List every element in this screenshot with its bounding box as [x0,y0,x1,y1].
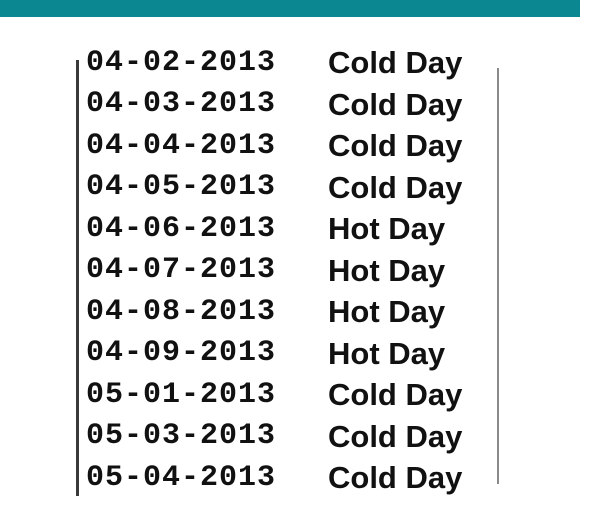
day-type-cell: Cold Day [328,418,463,454]
list-item[interactable]: 05-04-2013 Cold Day [86,457,496,499]
list-item[interactable]: 04-09-2013 Hot Day [86,333,496,375]
date-cell: 04-03-2013 [86,87,277,122]
day-type-cell: Hot Day [328,211,446,247]
header-bar [0,0,580,17]
list-item[interactable]: 04-08-2013 Hot Day [86,291,496,333]
date-cell: 05-01-2013 [86,377,277,412]
list-left-border [76,60,79,496]
day-type-cell: Cold Day [328,169,463,205]
list-item[interactable]: 04-05-2013 Cold Day [86,167,496,209]
list-item[interactable]: 04-06-2013 Hot Day [86,208,496,250]
list-right-border [497,68,499,484]
date-cell: 04-04-2013 [86,128,277,163]
list-item[interactable]: 04-04-2013 Cold Day [86,125,496,167]
date-cell: 04-07-2013 [86,253,277,288]
day-type-cell: Hot Day [328,294,446,330]
list-item[interactable]: 04-03-2013 Cold Day [86,84,496,126]
day-type-cell: Hot Day [328,252,446,288]
date-cell: 04-05-2013 [86,170,277,205]
list-item[interactable]: 04-07-2013 Hot Day [86,250,496,292]
day-type-cell: Cold Day [328,45,463,81]
list-item[interactable]: 05-03-2013 Cold Day [86,416,496,458]
day-type-cell: Cold Day [328,460,463,496]
date-cell: 04-06-2013 [86,211,277,246]
list-item[interactable]: 04-02-2013 Cold Day [86,42,496,84]
day-type-cell: Cold Day [328,86,463,122]
date-cell: 04-08-2013 [86,294,277,329]
day-type-cell: Hot Day [328,335,446,371]
list-rows: 04-02-2013 Cold Day 04-03-2013 Cold Day … [86,42,496,499]
date-cell: 05-04-2013 [86,460,277,495]
day-type-cell: Cold Day [328,128,463,164]
date-cell: 04-02-2013 [86,45,277,80]
day-type-cell: Cold Day [328,377,463,413]
day-list-box[interactable]: 04-02-2013 Cold Day 04-03-2013 Cold Day … [76,40,500,496]
list-item[interactable]: 05-01-2013 Cold Day [86,374,496,416]
date-cell: 04-09-2013 [86,336,277,371]
date-cell: 05-03-2013 [86,419,277,454]
